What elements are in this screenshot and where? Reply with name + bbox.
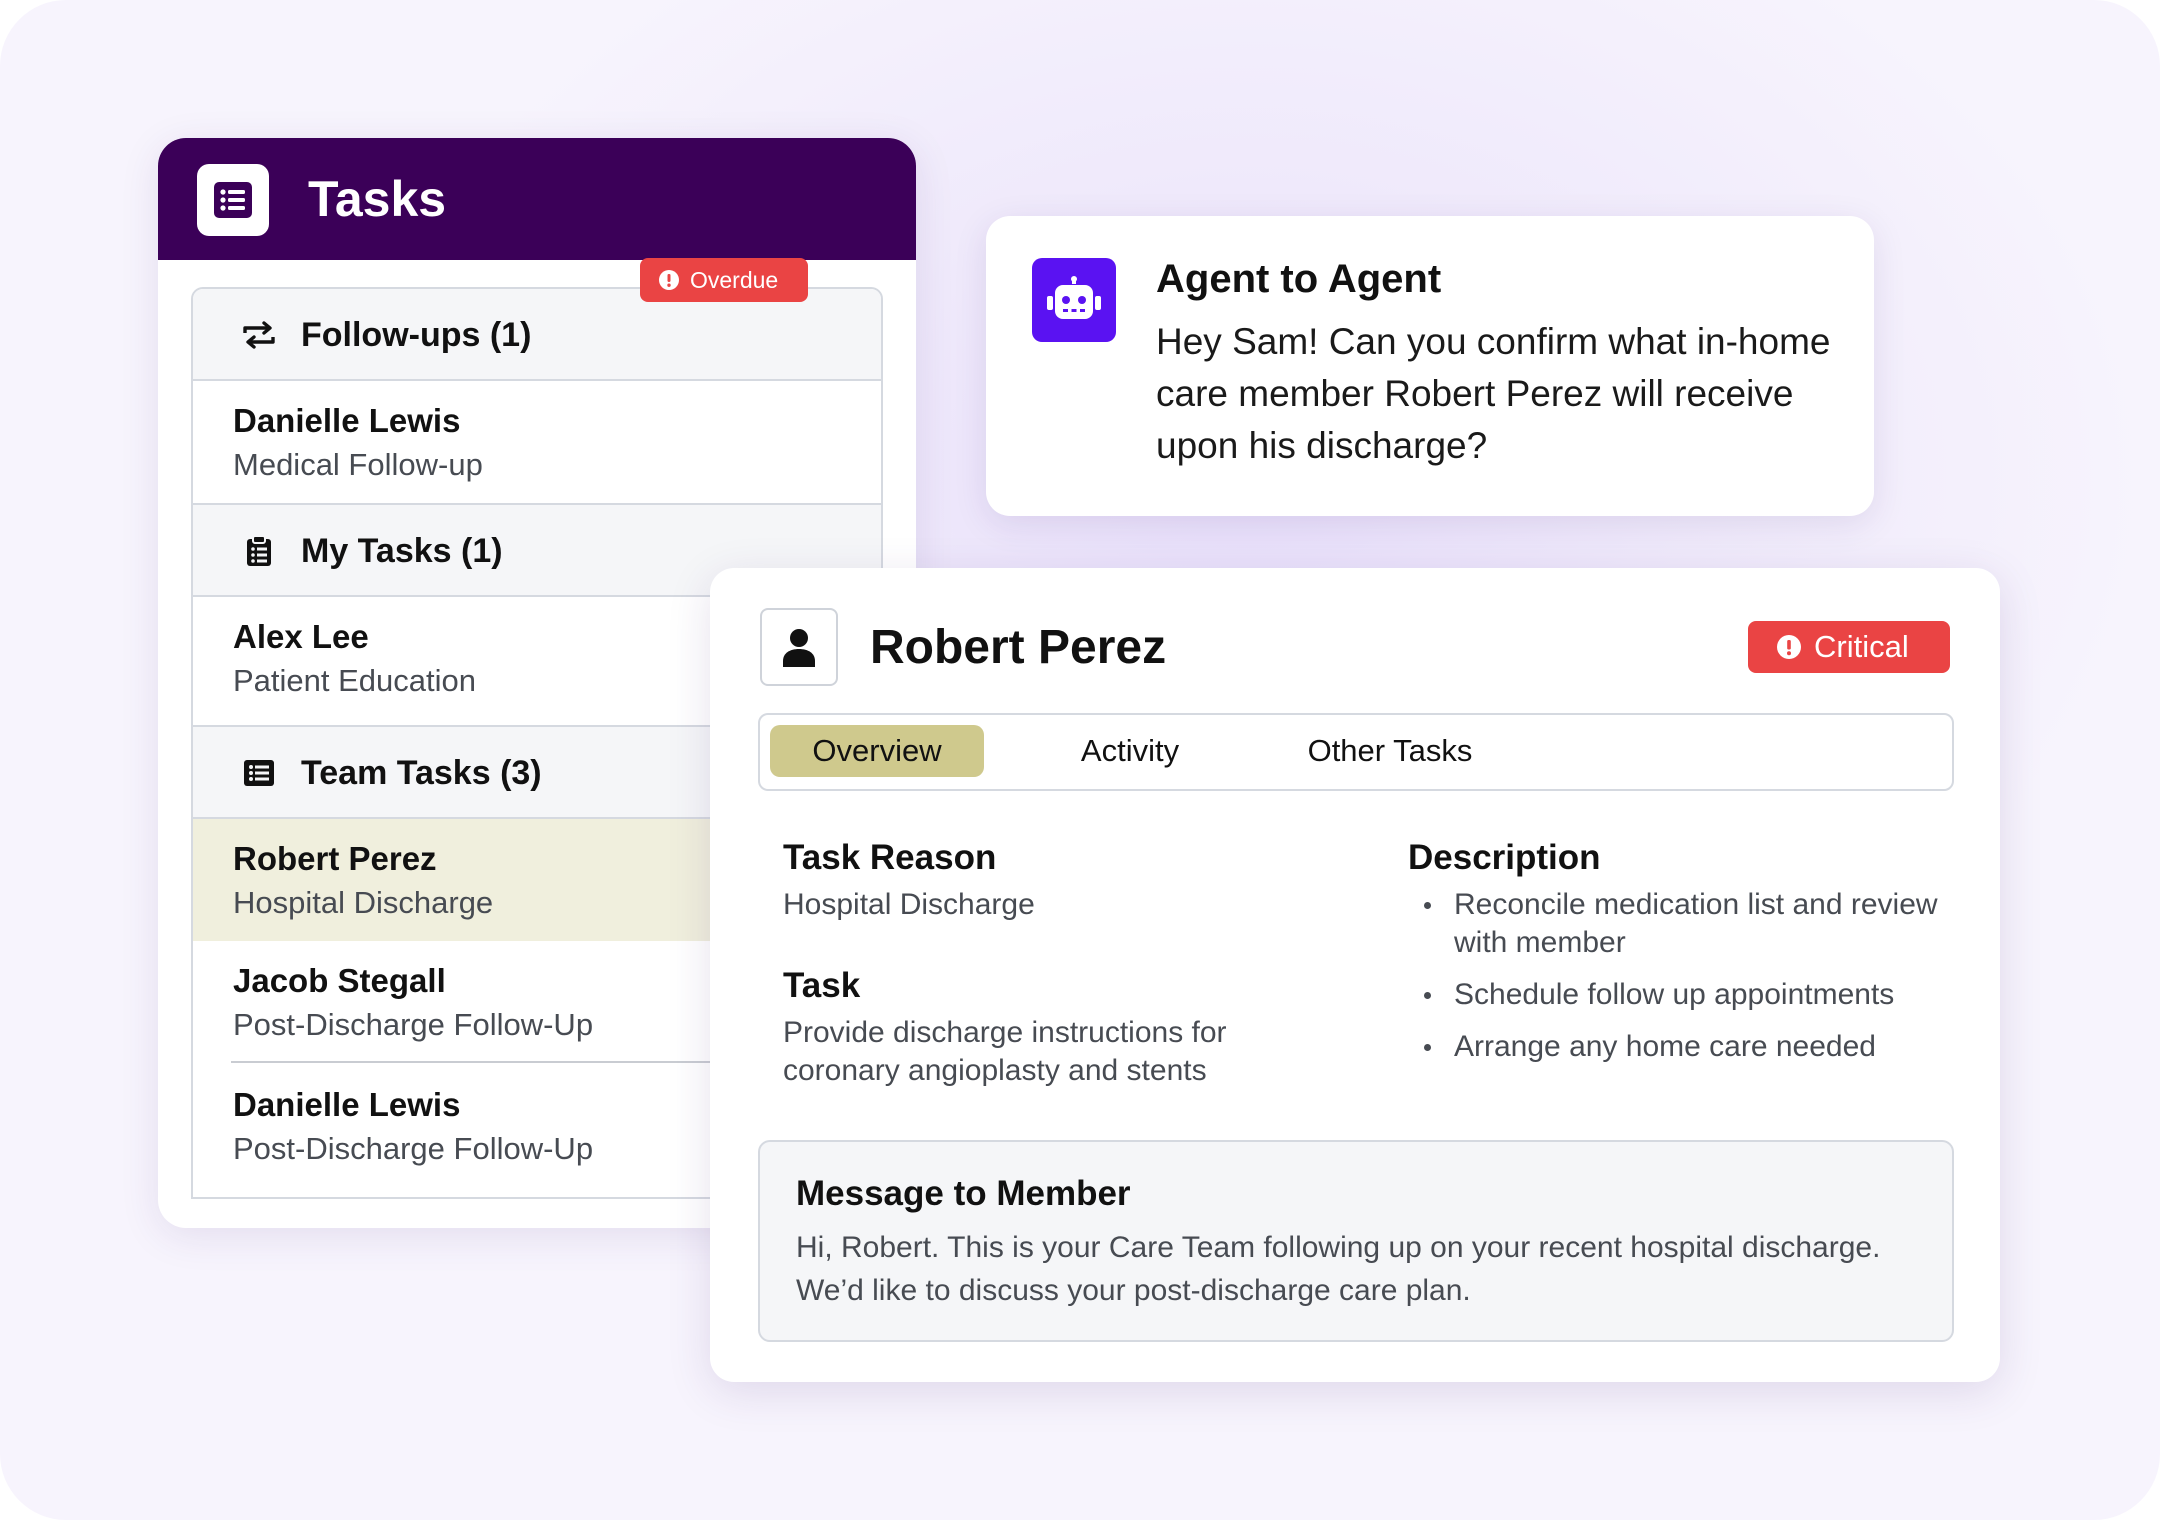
detail-tabs: Overview Activity Other Tasks (758, 713, 1954, 791)
task-label: Task (783, 966, 861, 1005)
task-item-name: Danielle Lewis (233, 402, 461, 439)
section-label: Follow-ups (1) (301, 316, 532, 354)
repeat-icon (239, 319, 279, 351)
robot-icon (1032, 258, 1116, 342)
list-icon (239, 757, 279, 789)
task-item-name: Robert Perez (233, 840, 437, 877)
task-item-name: Alex Lee (233, 618, 369, 655)
task-item-subtitle: Post-Discharge Follow-Up (233, 1007, 594, 1042)
task-reason-label: Task Reason (783, 838, 997, 877)
agent-message-card: Agent to Agent Hey Sam! Can you confirm … (986, 216, 1874, 516)
task-item-danielle-lewis-medical[interactable]: Danielle Lewis Medical Follow-up (193, 381, 881, 503)
alert-icon (1777, 635, 1801, 659)
task-item-subtitle: Medical Follow-up (233, 447, 483, 482)
message-text: Hi, Robert. This is your Care Team follo… (796, 1231, 1881, 1307)
tab-other-tasks[interactable]: Other Tasks (1280, 725, 1500, 777)
tasks-header: Tasks (158, 138, 916, 260)
background-canvas: Tasks Follow-ups (1) Danielle Lewis Medi… (0, 0, 2160, 1520)
description-item: Schedule follow up appointments (1408, 976, 1968, 1014)
patient-name: Robert Perez (870, 621, 1167, 674)
description-list: Reconcile medication list and review wit… (1408, 886, 1968, 1080)
task-item-subtitle: Post-Discharge Follow-Up (233, 1131, 594, 1166)
task-list-icon (197, 164, 269, 236)
task-detail-card: Robert Perez Critical Overview Activity … (710, 568, 2000, 1382)
overdue-badge: Overdue (640, 258, 808, 302)
clipboard-icon (239, 535, 279, 567)
alert-icon (659, 270, 679, 290)
task-item-subtitle: Hospital Discharge (233, 885, 494, 920)
task-item-name: Danielle Lewis (233, 1086, 461, 1123)
message-title: Message to Member (796, 1174, 1131, 1213)
section-label: My Tasks (1) (301, 532, 503, 570)
task-item-subtitle: Patient Education (233, 663, 477, 698)
task-item-name: Jacob Stegall (233, 962, 446, 999)
task-reason-value: Hospital Discharge (783, 888, 1035, 921)
tasks-title: Tasks (308, 171, 447, 227)
critical-badge-label: Critical (1814, 629, 1909, 664)
critical-badge: Critical (1748, 621, 1950, 673)
overdue-badge-label: Overdue (690, 267, 779, 293)
task-value: Provide discharge instructions for coron… (783, 1016, 1227, 1087)
description-label: Description (1408, 838, 1601, 877)
agent-card-title: Agent to Agent (1156, 257, 1442, 301)
message-to-member-box: Message to Member Hi, Robert. This is yo… (758, 1140, 1954, 1342)
section-label: Team Tasks (3) (301, 754, 542, 792)
section-follow-ups[interactable]: Follow-ups (1) (193, 289, 881, 381)
agent-card-message: Hey Sam! Can you confirm what in-home ca… (1156, 321, 1831, 466)
tab-overview[interactable]: Overview (770, 725, 984, 777)
description-item: Arrange any home care needed (1408, 1028, 1968, 1066)
person-icon (760, 608, 838, 686)
tab-activity[interactable]: Activity (1050, 725, 1210, 777)
description-item: Reconcile medication list and review wit… (1408, 886, 1968, 962)
